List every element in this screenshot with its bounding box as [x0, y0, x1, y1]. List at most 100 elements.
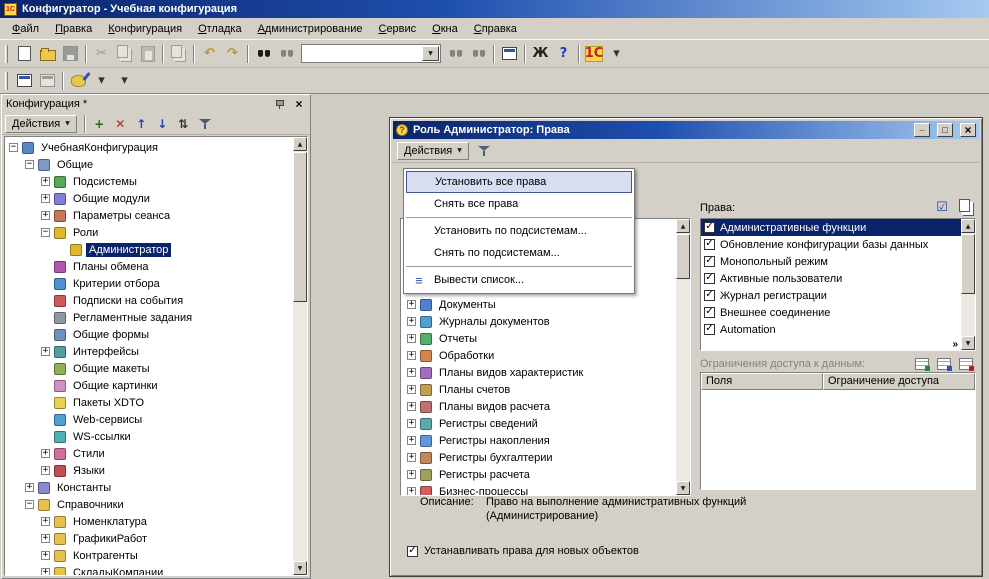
toolbar-grip[interactable] [5, 72, 8, 90]
object-tree-item[interactable]: Планы видов характеристик [401, 364, 690, 381]
expander-icon[interactable] [407, 351, 416, 360]
menu-item[interactable]: Справка [466, 20, 525, 38]
new-document-icon[interactable] [13, 43, 36, 65]
object-tree-item[interactable]: Документы [401, 296, 690, 313]
checkbox-icon[interactable] [704, 273, 715, 284]
tree-item[interactable]: ГрафикиРабот [6, 530, 307, 547]
toolbar-options-icon[interactable]: ▾ [113, 70, 136, 92]
tree-item[interactable]: Общие модули [6, 190, 307, 207]
syntax-check-icon[interactable]: Ж [529, 43, 552, 65]
rights-scrollbar[interactable]: ▲ ▼ [961, 219, 975, 350]
add-restriction-icon[interactable] [912, 355, 932, 373]
undo-icon[interactable]: ↶ [198, 43, 221, 65]
expander-icon[interactable] [41, 330, 50, 339]
scrollbar-thumb[interactable] [676, 234, 690, 279]
expander-icon[interactable] [41, 347, 50, 356]
tree-item[interactable]: Константы [6, 479, 307, 496]
cascade-icon[interactable] [956, 200, 976, 216]
expander-icon[interactable] [41, 296, 50, 305]
checkbox-icon[interactable] [704, 324, 715, 335]
expander-icon[interactable] [407, 419, 416, 428]
menu-item[interactable]: Отладка [190, 20, 250, 38]
object-tree-item[interactable]: Регистры бухгалтерии [401, 449, 690, 466]
expander-icon[interactable] [41, 551, 50, 560]
object-tree-item[interactable]: Регистры сведений [401, 415, 690, 432]
toolbar-options-icon[interactable]: ▾ [605, 43, 628, 65]
expander-icon[interactable] [407, 334, 416, 343]
expander-icon[interactable] [407, 368, 416, 377]
redo-icon[interactable]: ↷ [221, 43, 244, 65]
expander-icon[interactable] [25, 500, 34, 509]
expander-icon[interactable] [407, 385, 416, 394]
tree-item[interactable]: Общие картинки [6, 377, 307, 394]
set-rights-for-new-objects-checkbox[interactable]: Устанавливать права для новых объектов [407, 545, 639, 557]
right-item[interactable]: Automation [701, 321, 975, 338]
tree-item[interactable]: Подсистемы [6, 173, 307, 190]
checkbox-icon[interactable] [704, 222, 715, 233]
tree-item[interactable]: Языки [6, 462, 307, 479]
expander-icon[interactable] [407, 487, 416, 496]
expander-icon[interactable] [25, 160, 34, 169]
expander-icon[interactable] [41, 449, 50, 458]
tree-item[interactable]: Справочники [6, 496, 307, 513]
right-item[interactable]: Административные функции [701, 219, 975, 236]
find-prev-icon[interactable] [467, 43, 490, 65]
tree-item[interactable]: Регламентные задания [6, 309, 307, 326]
move-up-icon[interactable]: ↑ [131, 114, 152, 133]
expander-icon[interactable] [9, 143, 18, 152]
filter-by-subsystems-icon[interactable] [473, 141, 495, 161]
minimize-button[interactable] [914, 123, 930, 137]
save-icon[interactable] [59, 43, 82, 65]
object-tree-item[interactable]: Журналы документов [401, 313, 690, 330]
objects-scrollbar[interactable]: ▲ ▼ [676, 219, 690, 495]
tree-item[interactable]: Web-сервисы [6, 411, 307, 428]
toolbar-button[interactable] [493, 45, 495, 63]
find-dialog-icon[interactable] [275, 43, 298, 65]
checkbox-icon[interactable] [704, 290, 715, 301]
expander-icon[interactable] [407, 402, 416, 411]
menu-item[interactable]: Администрирование [250, 20, 371, 38]
tree-item[interactable]: Контрагенты [6, 547, 307, 564]
menu-item[interactable]: Установить по подсистемам... [406, 220, 632, 242]
object-tree-item[interactable]: Регистры накопления [401, 432, 690, 449]
expander-icon[interactable] [407, 436, 416, 445]
expander-icon[interactable] [41, 568, 50, 576]
menu-item[interactable]: Окна [424, 20, 466, 38]
expander-icon[interactable] [41, 279, 50, 288]
dialog-title-bar[interactable]: Роль Администратор: Права [393, 121, 979, 139]
tree-item[interactable]: Интерфейсы [6, 343, 307, 360]
pin-icon[interactable] [272, 98, 286, 111]
check-all-icon[interactable] [932, 200, 952, 216]
checkbox-icon[interactable] [407, 546, 418, 557]
object-tree-item[interactable]: Регистры расчета [401, 466, 690, 483]
expander-icon[interactable] [41, 262, 50, 271]
paste-icon[interactable] [136, 43, 159, 65]
menu-item[interactable]: Сервис [370, 20, 424, 38]
expander-icon[interactable] [41, 517, 50, 526]
expander-icon[interactable] [407, 317, 416, 326]
object-tree-item[interactable]: Планы счетов [401, 381, 690, 398]
compare-icon[interactable] [167, 43, 190, 65]
scroll-down-icon[interactable]: ▼ [293, 561, 307, 575]
right-item[interactable]: Внешнее соединение [701, 304, 975, 321]
open-configuration-icon[interactable] [13, 70, 36, 92]
tree-item[interactable]: Роли [6, 224, 307, 241]
filter-icon[interactable] [194, 114, 215, 133]
object-tree-item[interactable]: Планы видов расчета [401, 398, 690, 415]
expander-icon[interactable] [41, 177, 50, 186]
right-item[interactable]: Обновление конфигурации базы данных [701, 236, 975, 253]
add-icon[interactable]: + [89, 114, 110, 133]
expander-icon[interactable] [41, 381, 50, 390]
scroll-up-icon[interactable]: ▲ [293, 137, 307, 151]
expander-icon[interactable] [41, 398, 50, 407]
tree-item[interactable]: СкладыКомпании [6, 564, 307, 576]
checkbox-icon[interactable] [704, 307, 715, 318]
toolbar-button[interactable] [578, 45, 580, 63]
delete-icon[interactable]: ✕ [110, 114, 131, 133]
expander-icon[interactable] [25, 483, 34, 492]
delete-restriction-icon[interactable] [956, 355, 976, 373]
object-tree-item[interactable]: Отчеты [401, 330, 690, 347]
help-search-icon[interactable]: ? [552, 43, 575, 65]
tree-item[interactable]: Пакеты XDTO [6, 394, 307, 411]
expander-icon[interactable] [41, 415, 50, 424]
